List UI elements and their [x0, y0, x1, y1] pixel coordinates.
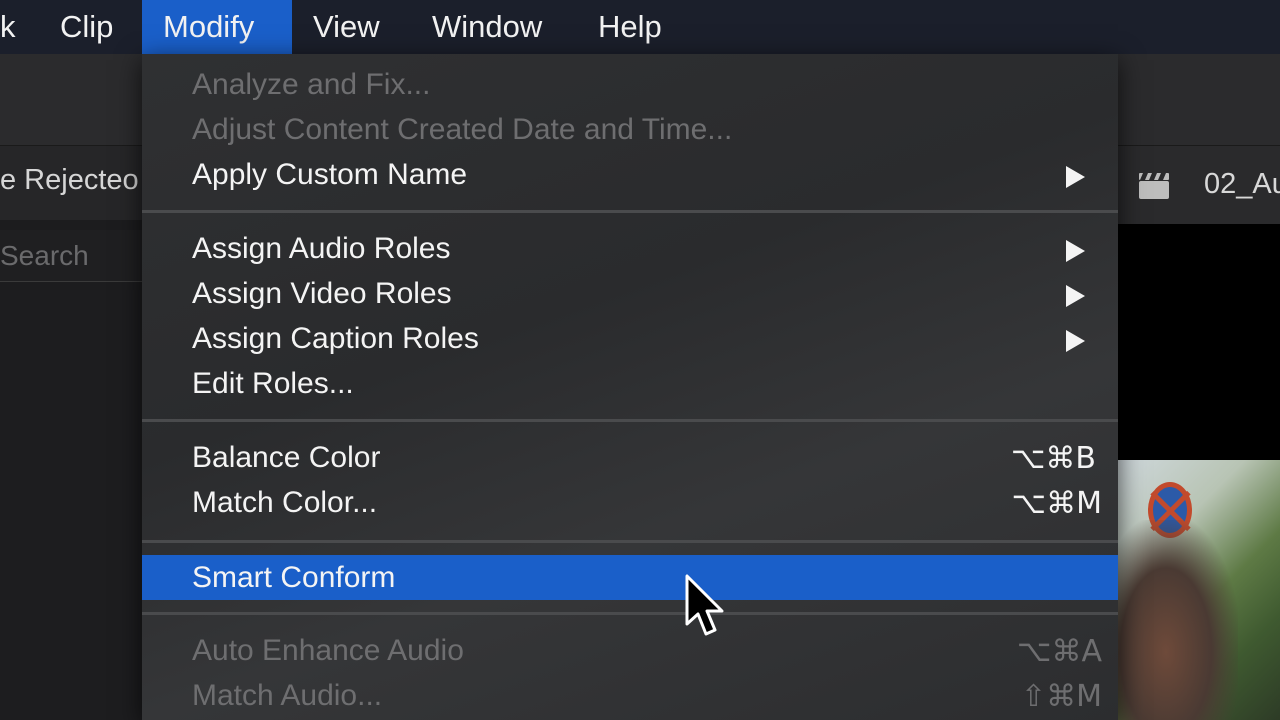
- viewer-canvas: [1118, 224, 1280, 460]
- browser-filter-label: e Rejecteo: [0, 164, 139, 196]
- menu-item-label: Match Audio...: [192, 679, 383, 712]
- menu-item-label: Adjust Content Created Date and Time...: [192, 113, 733, 146]
- menu-item-label: Assign Caption Roles: [192, 322, 479, 355]
- blurred-figure: [1118, 520, 1238, 720]
- menu-bar: k Clip Modify View Window Help: [0, 0, 1280, 54]
- viewer-clip-name: 02_Au: [1204, 168, 1280, 200]
- menu-item-auto-enhance-audio: Auto Enhance Audio ⌥⌘A: [142, 628, 1118, 673]
- menu-bar-item-help[interactable]: Help: [598, 0, 662, 54]
- clapperboard-icon: [1139, 173, 1169, 199]
- menu-item-label: Apply Custom Name: [192, 158, 468, 191]
- menu-item-apply-custom-name[interactable]: Apply Custom Name: [142, 152, 1118, 197]
- menu-item-analyze-and-fix: Analyze and Fix...: [142, 62, 1118, 107]
- menu-item-edit-roles[interactable]: Edit Roles...: [142, 361, 1118, 406]
- menu-separator: [142, 210, 1118, 213]
- menu-item-shortcut: ⇧⌘M: [1020, 679, 1102, 714]
- menu-item-assign-audio-roles[interactable]: Assign Audio Roles: [142, 226, 1118, 271]
- submenu-arrow-icon: [1066, 240, 1085, 262]
- menu-separator: [142, 540, 1118, 543]
- menu-item-match-audio: Match Audio... ⇧⌘M: [142, 673, 1118, 718]
- menu-bar-item-partial[interactable]: k: [0, 0, 16, 54]
- menu-bar-item-clip[interactable]: Clip: [60, 0, 113, 54]
- menu-item-shortcut: ⌥⌘A: [1016, 634, 1102, 669]
- menu-item-label: Assign Audio Roles: [192, 232, 451, 265]
- menu-bar-item-modify[interactable]: Modify: [142, 0, 292, 54]
- menu-item-assign-caption-roles[interactable]: Assign Caption Roles: [142, 316, 1118, 361]
- viewer-video-frame: [1118, 460, 1280, 720]
- viewer-header: 02_Au: [1118, 146, 1280, 224]
- menu-item-label: Balance Color: [192, 441, 381, 474]
- modify-menu: Analyze and Fix... Adjust Content Create…: [142, 54, 1118, 720]
- menu-item-balance-color[interactable]: Balance Color ⌥⌘B: [142, 435, 1118, 480]
- menu-item-label: Assign Video Roles: [192, 277, 452, 310]
- browser-search-box[interactable]: [0, 230, 145, 282]
- menu-separator: [142, 419, 1118, 422]
- menu-item-shortcut: ⌥⌘B: [1010, 441, 1096, 476]
- menu-item-label: Smart Conform: [192, 561, 396, 594]
- menu-item-label: Auto Enhance Audio: [192, 634, 464, 667]
- menu-item-label: Analyze and Fix...: [192, 68, 431, 101]
- search-input[interactable]: [0, 238, 145, 274]
- browser-pane: [0, 290, 145, 720]
- browser-filter-header[interactable]: e Rejecteo: [0, 146, 145, 220]
- menu-item-label: Match Color...: [192, 486, 378, 519]
- menu-item-label: Edit Roles...: [192, 367, 354, 400]
- menu-bar-item-window[interactable]: Window: [432, 0, 542, 54]
- submenu-arrow-icon: [1066, 285, 1085, 307]
- menu-item-shortcut: ⌥⌘M: [1011, 486, 1102, 521]
- menu-separator: [142, 612, 1118, 615]
- mouse-pointer-icon: [685, 574, 724, 636]
- menu-item-adjust-content-date: Adjust Content Created Date and Time...: [142, 107, 1118, 152]
- submenu-arrow-icon: [1066, 166, 1085, 188]
- menu-item-smart-conform[interactable]: Smart Conform: [142, 555, 1118, 600]
- submenu-arrow-icon: [1066, 330, 1085, 352]
- menu-item-match-color[interactable]: Match Color... ⌥⌘M: [142, 480, 1118, 525]
- menu-item-assign-video-roles[interactable]: Assign Video Roles: [142, 271, 1118, 316]
- menu-bar-item-view[interactable]: View: [313, 0, 380, 54]
